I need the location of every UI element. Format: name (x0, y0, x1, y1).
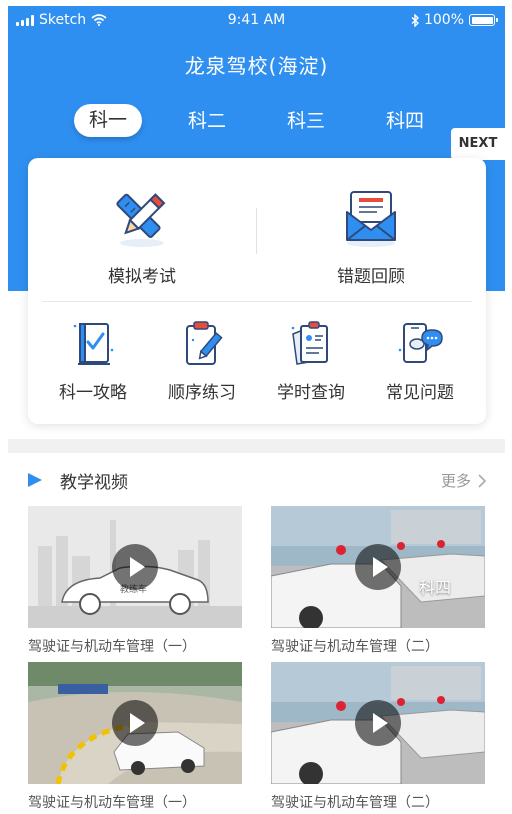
mock-exam-button[interactable]: 模拟考试 (42, 188, 242, 287)
battery-icon (469, 14, 498, 26)
tab-ke1[interactable]: 科一 (74, 104, 142, 137)
video-thumbnail (28, 662, 242, 784)
more-label: 更多 (440, 472, 471, 490)
more-link[interactable]: 更多 (441, 470, 487, 491)
video-caption: 驾驶证与机动车管理（二） (271, 795, 439, 811)
ke1-guide-label: 科一攻略 (59, 383, 127, 403)
chevron-right-icon (478, 473, 487, 488)
pencil-ruler-icon (116, 193, 166, 247)
video-caption: 驾驶证与机动车管理（一） (28, 639, 196, 655)
bluetooth-icon (411, 13, 419, 27)
next-button[interactable]: NEXT (451, 128, 505, 160)
faq-label: 常见问题 (386, 383, 454, 403)
mock-exam-label: 模拟考试 (108, 267, 176, 287)
hours-query-button[interactable]: 学时查询 (256, 320, 366, 403)
play-marker-icon (28, 473, 42, 487)
envelope-icon (346, 191, 396, 247)
video-thumbnail: 科四 (271, 506, 485, 628)
card-main-row: 模拟考试 错题回顾 (28, 158, 486, 298)
book-check-icon (73, 323, 114, 365)
section-title: 教学视频 (60, 473, 128, 493)
subject-tabs: 科一 科二 科三 科四 (8, 104, 505, 140)
phone-chat-icon (398, 323, 443, 363)
function-card: 模拟考试 错题回顾 科一攻略 顺序练习 学时查询 常见问题 (28, 158, 486, 424)
horizontal-divider (42, 301, 472, 302)
video-card[interactable]: 驾驶证与机动车管理（一） (28, 662, 242, 812)
battery-percent: 100% (423, 12, 464, 28)
play-button-icon[interactable] (355, 544, 401, 590)
video-card[interactable]: 驾驶证与机动车管理（二） (271, 662, 485, 812)
tab-ke3[interactable]: 科三 (272, 104, 340, 138)
sequence-practice-label: 顺序练习 (168, 383, 236, 403)
video-caption: 驾驶证与机动车管理（二） (271, 639, 439, 655)
document-search-icon (291, 321, 328, 365)
wrong-review-label: 错题回顾 (337, 267, 405, 287)
video-thumbnail (271, 662, 485, 784)
faq-button[interactable]: 常见问题 (365, 320, 475, 403)
video-card[interactable]: 教练车 驾驶证与机动车管理（一） (28, 506, 242, 656)
app-screen: Sketch 9:41 AM 100% 龙泉驾校(海淀) 科一 科二 科三 科四… (8, 6, 505, 814)
ke1-guide-button[interactable]: 科一攻略 (38, 320, 148, 403)
tab-ke2[interactable]: 科二 (173, 104, 241, 138)
video-card[interactable]: 科四 驾驶证与机动车管理（二） (271, 506, 485, 656)
status-right: 100% (411, 12, 498, 28)
clipboard-pen-icon (186, 321, 223, 365)
tab-ke4[interactable]: 科四 (371, 104, 439, 138)
sequence-practice-button[interactable]: 顺序练习 (147, 320, 257, 403)
card-sub-row: 科一攻略 顺序练习 学时查询 常见问题 (28, 320, 486, 410)
video-section-header: 教学视频 更多 (8, 466, 505, 496)
play-button-icon[interactable] (112, 700, 158, 746)
video-overlay-text: 科四 (419, 578, 452, 597)
wrong-review-button[interactable]: 错题回顾 (271, 188, 471, 287)
video-thumbnail: 教练车 (28, 506, 242, 628)
status-bar: Sketch 9:41 AM 100% (8, 6, 505, 34)
vertical-divider (256, 208, 257, 254)
hours-query-label: 学时查询 (277, 383, 345, 403)
play-button-icon[interactable] (355, 700, 401, 746)
section-separator (8, 439, 505, 453)
play-button-icon[interactable] (112, 544, 158, 590)
video-caption: 驾驶证与机动车管理（一） (28, 795, 196, 811)
page-title: 龙泉驾校(海淀) (184, 54, 329, 78)
